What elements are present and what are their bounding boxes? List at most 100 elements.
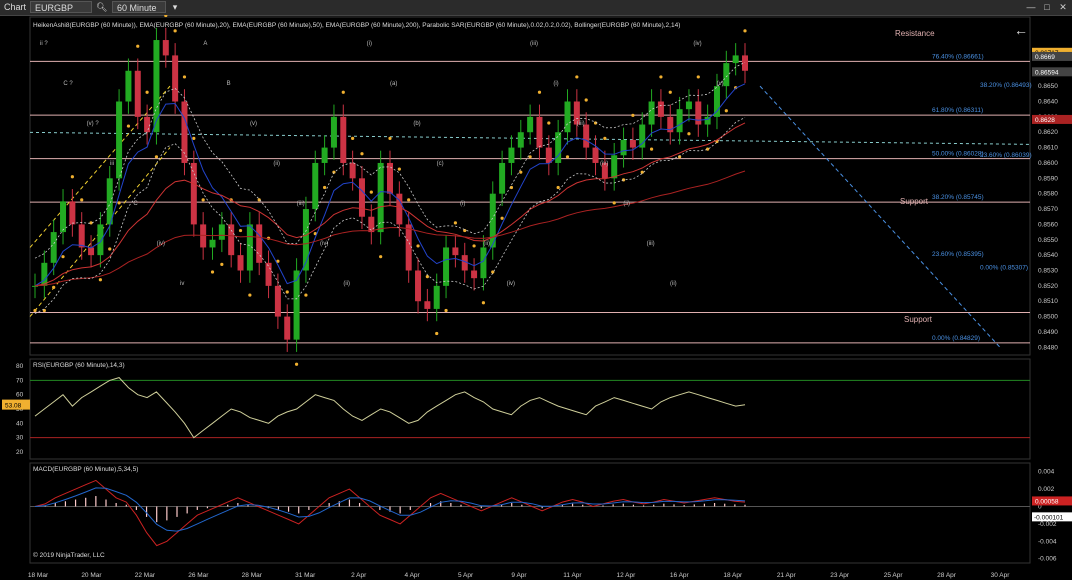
candle-body	[349, 162, 356, 179]
candle-body	[592, 147, 599, 163]
x-tick-label: 11 Apr	[563, 572, 582, 579]
price-tick-label: 0.8540	[1038, 252, 1058, 259]
timeframe-selector[interactable]: 60 Minute	[112, 1, 166, 13]
candle-body	[611, 155, 618, 179]
macd-panel-frame	[29, 462, 1031, 564]
x-tick-label: 20 Mar	[81, 572, 102, 579]
maximize-icon[interactable]: □	[1040, 1, 1054, 13]
wave-label: A	[203, 41, 207, 47]
sar-dot	[687, 132, 691, 136]
wave-label: (ii)	[483, 241, 490, 247]
rsi-label: RSI(EURGBP (60 Minute),14,3)	[33, 362, 125, 369]
sar-dot	[323, 185, 327, 190]
sar-dot	[500, 216, 504, 220]
sar-dot	[556, 185, 560, 190]
minimize-icon[interactable]: —	[1024, 1, 1038, 13]
x-tick-label: 26 Mar	[188, 572, 209, 579]
candle-body	[433, 285, 440, 309]
sar-dot	[136, 44, 140, 48]
candle-body	[564, 101, 571, 133]
rsi-tick-label: 80	[16, 363, 24, 370]
sar-dot	[61, 255, 65, 259]
sar-dot	[52, 285, 56, 289]
sar-dot	[369, 190, 373, 194]
macd-tick-label: -0.006	[1038, 556, 1057, 563]
sar-dot	[631, 113, 635, 117]
macd-tick-label: -0.002	[1038, 521, 1057, 528]
price-tick-label: 0.8490	[1038, 329, 1058, 336]
macd-signal-label: -0.000101	[1034, 514, 1064, 521]
rsi-tick-label: 30	[16, 435, 24, 442]
instrument-selector[interactable]: EURGBP	[30, 1, 92, 13]
candle-body	[116, 101, 123, 179]
copyright: © 2019 NinjaTrader, LLC	[33, 551, 105, 559]
chart-canvas[interactable]: ← HeikenAshi8(EURGBP (60 Minute)), EMA(E…	[0, 15, 1072, 580]
resistance-label: Resistance	[895, 29, 935, 38]
candle-body	[237, 255, 244, 271]
price-panel-frame	[29, 16, 1031, 356]
candle-body	[387, 162, 393, 194]
macd-tick-label: 0.002	[1038, 486, 1055, 493]
price-marker-label: 0.8669	[1035, 54, 1055, 61]
price-tick-label: 0.8480	[1038, 344, 1058, 351]
x-tick-label: 2 Apr	[351, 572, 367, 579]
sar-dot	[33, 308, 37, 313]
sar-dot	[117, 201, 121, 205]
candle-body	[88, 247, 95, 256]
candle-body	[78, 224, 85, 248]
macd-tick-label: 0.004	[1038, 469, 1055, 476]
wave-label: (i)	[460, 201, 465, 207]
sar-dot	[435, 331, 439, 336]
price-tick-label: 0.8620	[1038, 129, 1058, 136]
price-tick-label: 0.8600	[1038, 160, 1058, 167]
wave-label: (ii)	[670, 281, 677, 287]
candle-body	[480, 247, 487, 279]
price-tick-label: 0.8520	[1038, 283, 1058, 290]
sar-dot	[743, 29, 747, 33]
search-icon[interactable]: 🔍︎	[96, 1, 107, 13]
sar-dot	[565, 155, 570, 159]
sar-dot	[126, 124, 131, 128]
fib-level-label: 76.40% (0.86661)	[932, 53, 984, 60]
fib-level-label: 0.00% (0.84829)	[932, 335, 980, 342]
wave-label: (ii)	[623, 201, 630, 207]
x-tick-label: 5 Apr	[458, 572, 474, 579]
candle-body	[69, 201, 76, 225]
candle-body	[657, 101, 664, 117]
candle-body	[60, 201, 67, 233]
sar-dot	[706, 147, 710, 151]
back-arrow-icon[interactable]: ←	[1014, 22, 1028, 38]
candle-body	[321, 147, 328, 163]
x-tick-label: 9 Apr	[511, 572, 527, 579]
sar-dot	[612, 201, 616, 205]
sar-dot	[70, 175, 74, 179]
candle-body	[41, 262, 48, 286]
wave-label: (b)	[413, 121, 420, 127]
sar-dot	[220, 262, 224, 266]
rsi-tick-label: 70	[16, 377, 24, 384]
price-tick-label: 0.8590	[1038, 175, 1058, 182]
sar-dot	[285, 290, 289, 294]
price-tick-label: 0.8640	[1038, 99, 1058, 106]
wave-label: iv	[180, 281, 184, 287]
candle-body	[508, 147, 515, 163]
candle-body	[620, 139, 627, 156]
rsi-tick-label: 40	[16, 420, 24, 427]
sar-dot	[192, 136, 196, 140]
sar-dot	[238, 228, 243, 233]
x-tick-label: 30 Apr	[991, 572, 1011, 579]
sar-dot	[248, 293, 252, 297]
price-tick-label: 0.8610	[1038, 145, 1058, 152]
candle-body	[648, 101, 655, 125]
wave-label: ii ?	[40, 41, 48, 47]
macd-label: MACD(EURGBP (60 Minute),5,34,5)	[33, 466, 138, 473]
close-icon[interactable]: ✕	[1056, 1, 1070, 13]
candle-body	[274, 285, 281, 317]
sar-dot	[182, 75, 187, 79]
sar-dot	[425, 275, 429, 279]
candle-body	[527, 116, 534, 133]
candle-body	[358, 178, 365, 217]
sar-dot	[724, 109, 728, 113]
sar-dot	[537, 90, 542, 94]
chevron-down-icon[interactable]: ▾	[170, 1, 180, 13]
